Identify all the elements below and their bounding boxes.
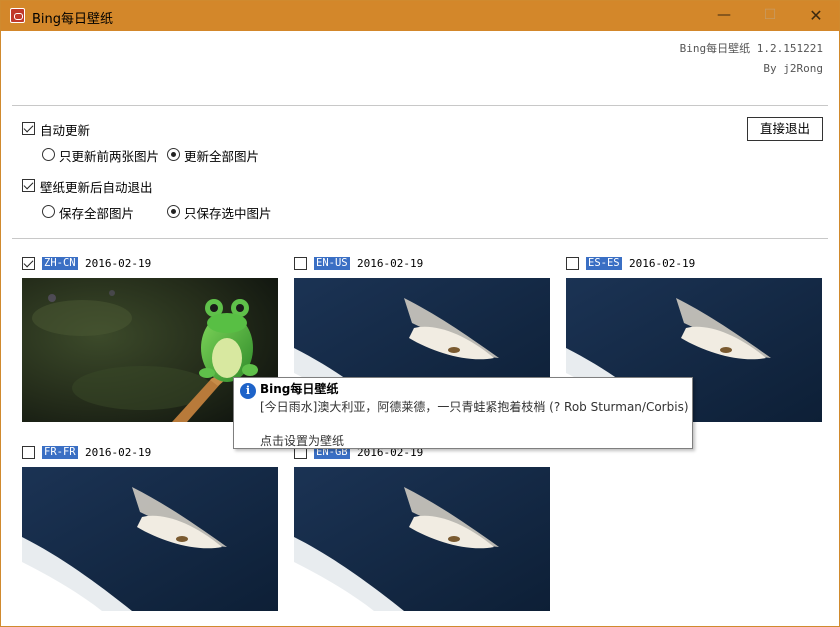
tooltip-description: [今日雨水]澳大利亚，阿德莱德，一只青蛙紧抱着枝梢 (? Rob Sturman…: [260, 400, 689, 414]
wallpaper-checkbox-zh-cn[interactable]: [22, 257, 35, 270]
update-all-radio[interactable]: [167, 148, 180, 161]
author-label: By j2Rong: [763, 62, 823, 75]
tooltip-title: Bing每日壁纸: [260, 382, 339, 396]
auto-update-label[interactable]: 自动更新: [40, 120, 90, 139]
minimize-button[interactable]: —: [701, 1, 747, 31]
update-all-label[interactable]: 更新全部图片: [184, 146, 259, 165]
info-icon: i: [240, 383, 256, 399]
maximize-button[interactable]: ☐: [747, 1, 793, 31]
wallpaper-checkbox-es-es[interactable]: [566, 257, 579, 270]
region-tag: EN-US: [314, 257, 350, 270]
region-tag: ZH-CN: [42, 257, 78, 270]
update-first-two-label[interactable]: 只更新前两张图片: [59, 146, 159, 165]
save-all-radio[interactable]: [42, 205, 55, 218]
tooltip-hint: 点击设置为壁纸: [260, 434, 345, 448]
wallpaper-checkbox-en-us[interactable]: [294, 257, 307, 270]
wallpaper-tooltip: i Bing每日壁纸 [今日雨水]澳大利亚，阿德莱德，一只青蛙紧抱着枝梢 (? …: [233, 377, 693, 449]
wallpaper-date: 2016-02-19: [85, 446, 152, 459]
exit-button[interactable]: 直接退出: [747, 117, 823, 141]
close-button[interactable]: ✕: [793, 1, 839, 31]
window-title: Bing每日壁纸: [32, 12, 114, 27]
auto-update-checkbox[interactable]: [22, 122, 35, 135]
save-selected-radio[interactable]: [167, 205, 180, 218]
auto-exit-checkbox[interactable]: [22, 179, 35, 192]
save-selected-label[interactable]: 只保存选中图片: [184, 203, 272, 222]
region-tag: ES-ES: [586, 257, 622, 270]
region-tag: FR-FR: [42, 446, 78, 459]
title-bar[interactable]: Bing每日壁纸 — ☐ ✕: [1, 1, 839, 31]
divider-top: [12, 105, 828, 106]
wallpaper-date: 2016-02-19: [357, 257, 424, 270]
wallpaper-thumbnail-feather[interactable]: [22, 467, 278, 611]
update-first-two-radio[interactable]: [42, 148, 55, 161]
version-label: Bing每日壁纸 1.2.151221: [679, 42, 823, 55]
app-window: Bing每日壁纸 — ☐ ✕ Bing每日壁纸 1.2.151221 By j2…: [0, 0, 840, 627]
divider-middle: [12, 238, 828, 239]
wallpaper-thumbnail-feather[interactable]: [294, 467, 550, 611]
wallpaper-date: 2016-02-19: [85, 257, 152, 270]
wallpaper-checkbox-fr-fr[interactable]: [22, 446, 35, 459]
save-all-label[interactable]: 保存全部图片: [59, 203, 134, 222]
app-logo-icon: [10, 8, 25, 23]
auto-exit-label[interactable]: 壁纸更新后自动退出: [40, 177, 153, 196]
wallpaper-date: 2016-02-19: [629, 257, 696, 270]
